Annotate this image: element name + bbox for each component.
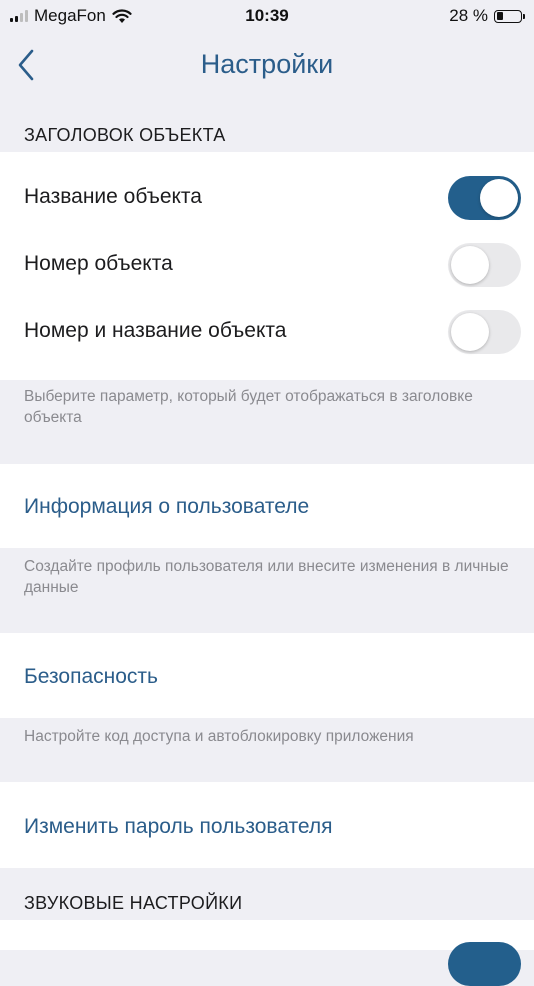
battery-fill <box>496 12 503 20</box>
status-right: 28 % <box>449 6 525 26</box>
option-row-object-number-and-name[interactable]: Номер и название объекта <box>0 298 534 365</box>
user-info-footer: Создайте профиль пользователя или внесит… <box>24 558 509 596</box>
change-password-row[interactable]: Изменить пароль пользователя <box>0 792 534 859</box>
page-title: Настройки <box>200 49 334 79</box>
toggle-sound-partial[interactable] <box>448 942 521 986</box>
option-label: Название объекта <box>24 185 202 208</box>
option-row-object-name[interactable]: Название объекта <box>0 164 534 231</box>
section-title-sound-settings: ЗВУКОВЫЕ НАСТРОЙКИ <box>24 893 243 913</box>
option-label: Номер и название объекта <box>24 319 287 342</box>
user-info-row[interactable]: Информация о пользователе <box>0 472 534 539</box>
status-bar: MegaFon 10:39 28 % <box>0 0 534 32</box>
security-row[interactable]: Безопасность <box>0 642 534 709</box>
toggle-knob <box>480 179 518 217</box>
battery-percent: 28 % <box>449 6 488 25</box>
toggle-knob <box>451 246 489 284</box>
option-label: Номер объекта <box>24 252 173 275</box>
security-group: Безопасность <box>0 633 534 718</box>
toggle-object-number-and-name[interactable] <box>448 310 521 354</box>
toggle-knob <box>451 313 489 351</box>
option-row-object-number[interactable]: Номер объекта <box>0 231 534 298</box>
change-password-group: Изменить пароль пользователя <box>0 782 534 868</box>
object-header-group: Название объекта Номер объекта Номер и н… <box>0 152 534 380</box>
toggle-object-number[interactable] <box>448 243 521 287</box>
section-title-object-header: ЗАГОЛОВОК ОБЪЕКТА <box>24 125 226 145</box>
user-info-group: Информация о пользователе <box>0 464 534 548</box>
user-info-link[interactable]: Информация о пользователе <box>24 495 309 519</box>
security-footer: Настройте код доступа и автоблокировку п… <box>24 728 414 745</box>
security-link[interactable]: Безопасность <box>24 665 158 689</box>
object-header-footer: Выберите параметр, который будет отображ… <box>24 388 473 426</box>
change-password-link[interactable]: Изменить пароль пользователя <box>24 815 333 839</box>
sound-settings-group <box>0 920 534 986</box>
toggle-object-name[interactable] <box>448 176 521 220</box>
battery-icon <box>494 9 525 23</box>
navigation-bar: Настройки <box>0 32 534 100</box>
